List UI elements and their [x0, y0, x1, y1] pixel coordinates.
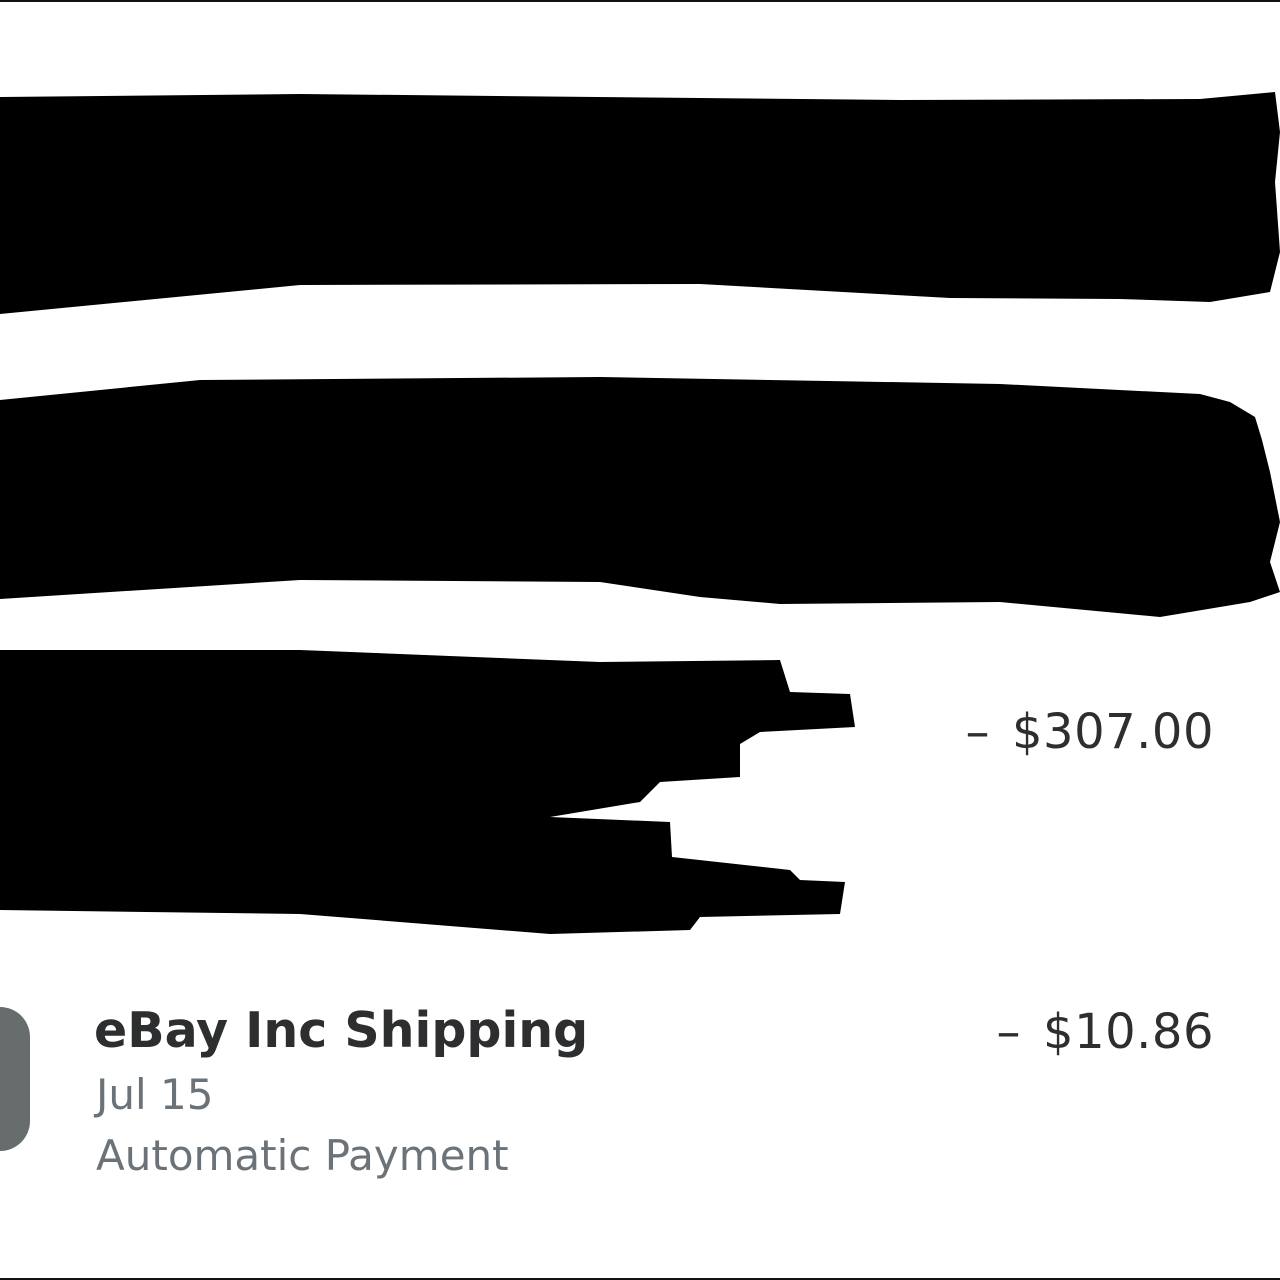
amount-minus-sign: – — [965, 704, 990, 760]
transaction-1-amount: – $307.00 — [966, 704, 1215, 760]
transaction-date: Jul 15 — [96, 1070, 214, 1119]
amount-value: $307.00 — [1012, 704, 1214, 760]
transaction-type: Automatic Payment — [96, 1131, 509, 1180]
merchant-avatar — [0, 1007, 30, 1151]
redaction-stroke-2 — [0, 377, 1280, 617]
transaction-list-screenshot: – $307.00 eBay Inc Shipping Jul 15 Automa… — [0, 0, 1280, 1280]
amount-value: $10.86 — [1043, 1004, 1214, 1060]
transaction-2-amount: – $10.86 — [997, 1004, 1214, 1060]
transaction-merchant-name[interactable]: eBay Inc Shipping — [94, 1002, 588, 1059]
amount-minus-sign: – — [996, 1004, 1022, 1060]
redaction-stroke-1 — [0, 92, 1280, 314]
redaction-stroke-3 — [0, 650, 855, 934]
